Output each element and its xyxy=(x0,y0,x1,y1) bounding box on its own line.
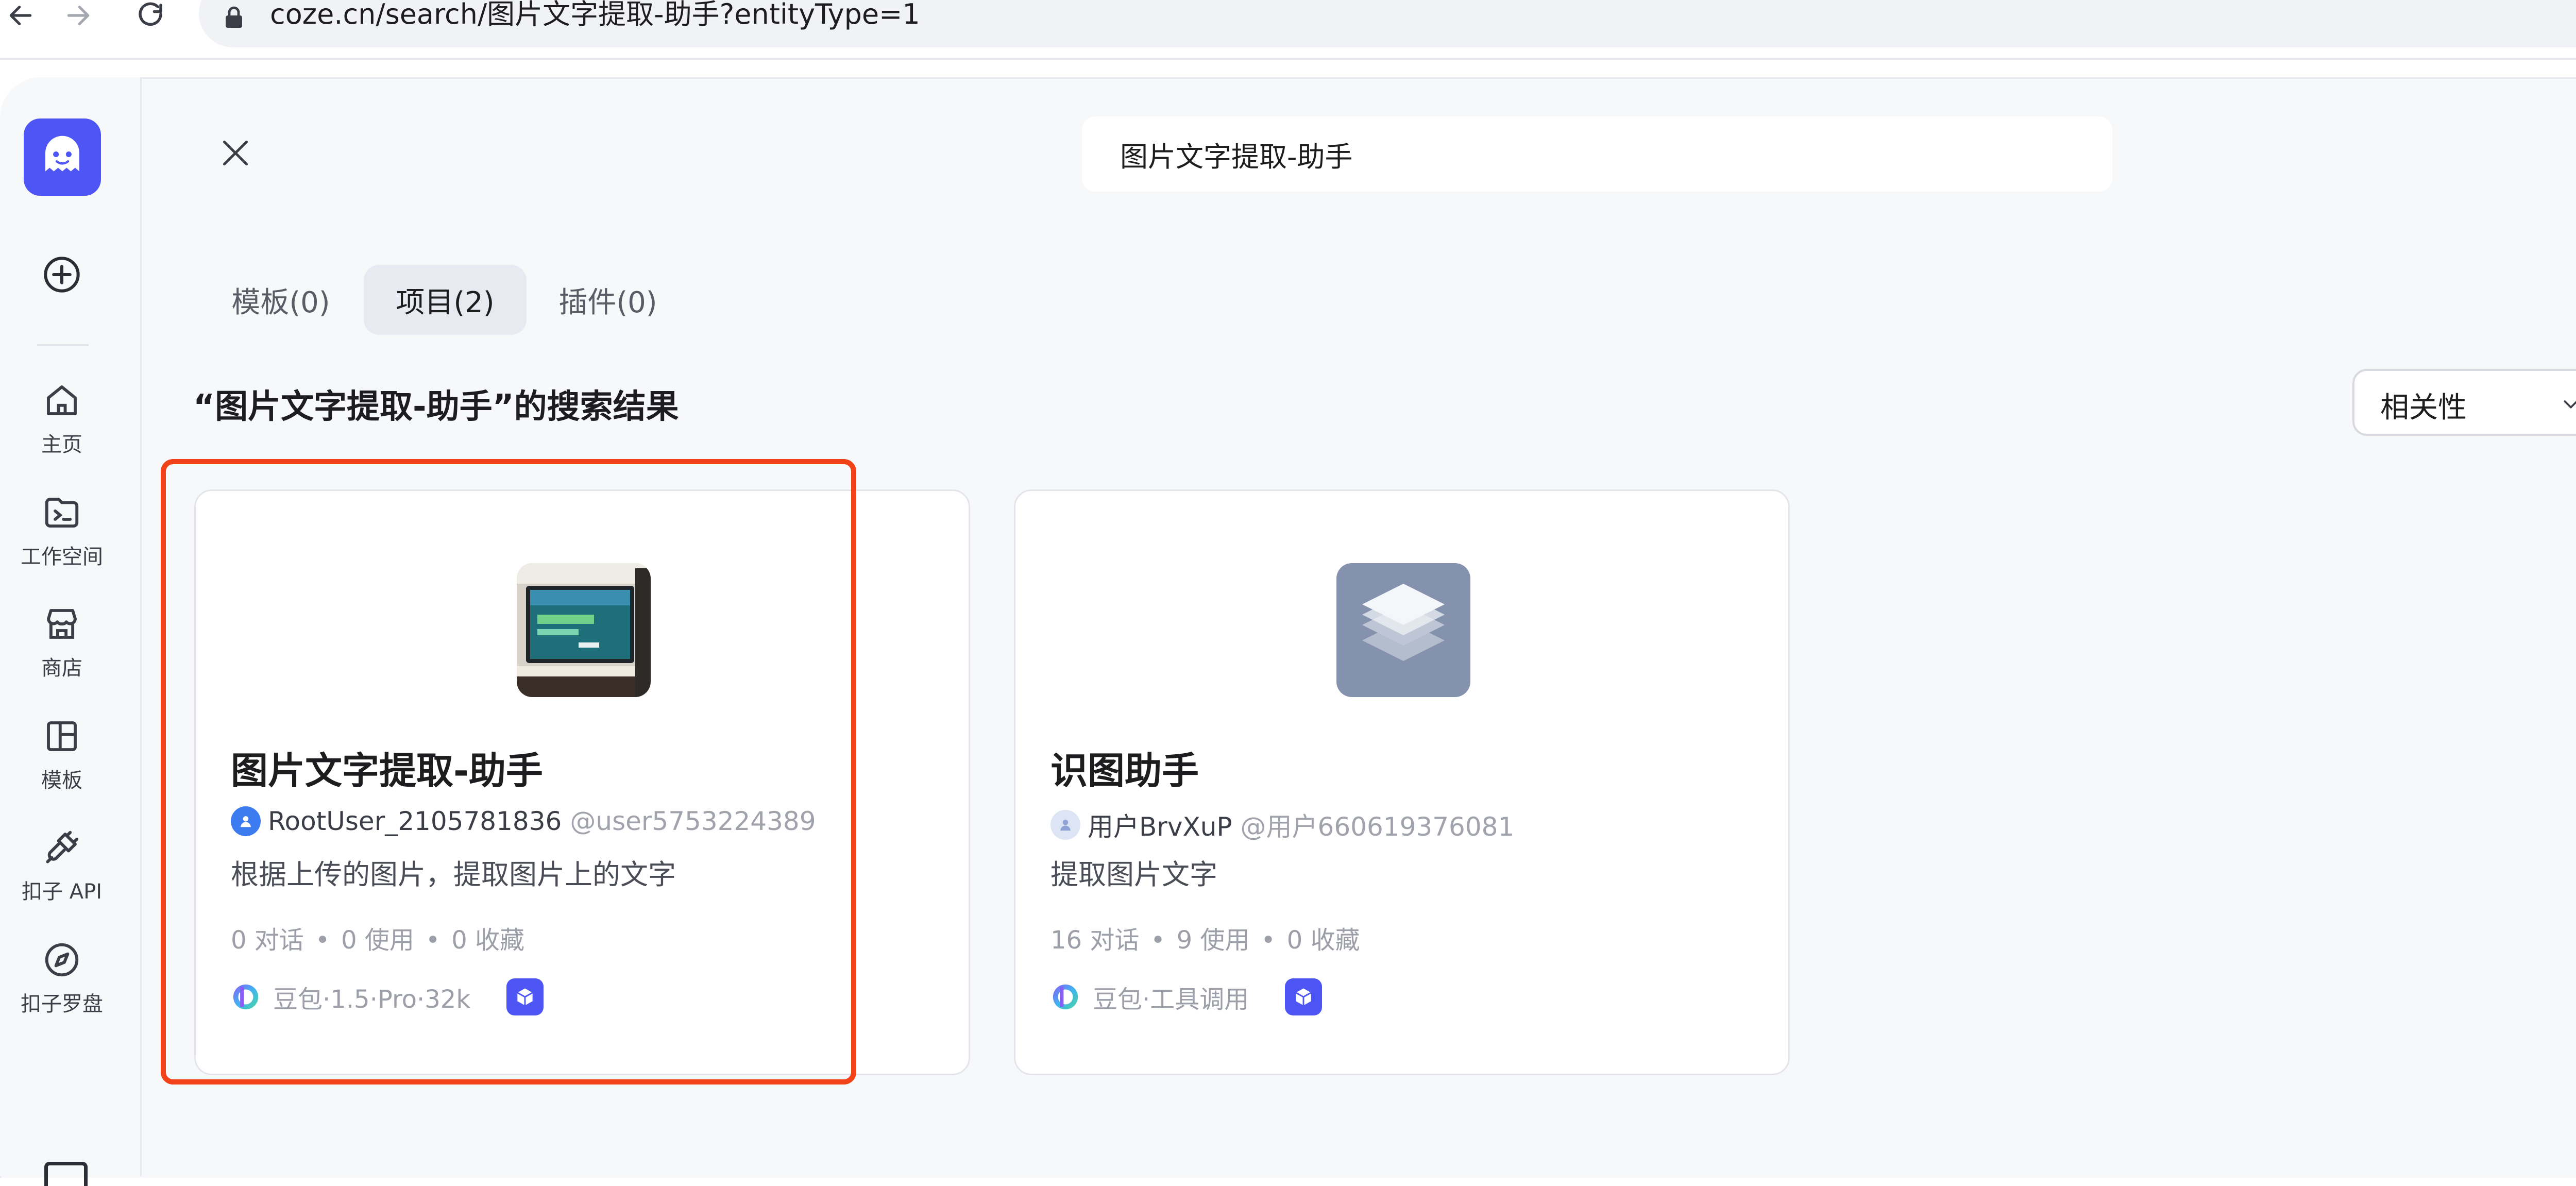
close-icon xyxy=(223,140,248,166)
project-model: 豆包·工具调用 xyxy=(1050,978,1323,1015)
project-author[interactable]: 用户BrvXuP @用户660619376081 xyxy=(1050,806,1514,843)
project-stats: 16 对话 • 9 使用 • 0 收藏 xyxy=(1050,926,1360,955)
store-icon xyxy=(47,609,77,639)
cube-icon xyxy=(1295,988,1312,1006)
stat-conversations: 16 对话 xyxy=(1050,926,1140,955)
project-stats: 0 对话 • 0 使用 • 0 收藏 xyxy=(231,926,525,955)
compass-icon xyxy=(45,943,79,977)
lock-icon xyxy=(226,6,242,28)
sidebar-bottom-icon[interactable] xyxy=(44,1162,88,1186)
author-handle: @用户660619376081 xyxy=(1240,812,1515,842)
sidebar-item-home[interactable]: 主页 xyxy=(0,380,124,478)
home-icon xyxy=(47,385,77,415)
sidebar-item-label: 模板 xyxy=(41,769,82,792)
doubao-model-icon xyxy=(233,984,259,1010)
sort-value: 相关性 xyxy=(2380,391,2467,425)
sidebar-divider xyxy=(37,344,89,346)
model-name: 豆包·工具调用 xyxy=(1093,985,1249,1014)
layers-icon xyxy=(1362,584,1445,661)
project-model: 豆包·1.5·Pro·32k xyxy=(231,978,544,1015)
project-thumbnail xyxy=(517,563,651,697)
template-icon xyxy=(47,721,77,751)
browser-toolbar: coze.cn/search/图片文字提取-助手?entityType=1 xyxy=(0,0,2576,60)
desk-monitor-photo-icon xyxy=(517,563,651,697)
sidebar-item-label: 扣子 API xyxy=(22,880,102,904)
reload-button[interactable] xyxy=(130,0,171,31)
sidebar-item-workspace[interactable]: 工作空间 xyxy=(0,493,124,590)
project-thumbnail xyxy=(1336,563,1470,697)
address-url: coze.cn/search/图片文字提取-助手?entityType=1 xyxy=(270,0,920,35)
workspace-icon xyxy=(45,498,79,528)
sidebar-item-compass[interactable]: 扣子罗盘 xyxy=(0,940,124,1038)
project-card[interactable]: 识图助手 用户BrvXuP @用户660619376081 提取图片文字 16 … xyxy=(1014,489,1790,1075)
author-handle: @user5753224389 xyxy=(570,806,816,836)
api-plug-icon xyxy=(46,831,79,863)
arrow-right-icon xyxy=(67,6,90,25)
project-type-badge xyxy=(1285,978,1323,1015)
address-bar[interactable]: coze.cn/search/图片文字提取-助手?entityType=1 xyxy=(199,0,2576,47)
project-description: 提取图片文字 xyxy=(1050,858,1217,891)
project-card[interactable]: 图片文字提取-助手 RootUser_2105781836 @user57532… xyxy=(194,489,970,1075)
tab-projects[interactable]: 项目(2) xyxy=(364,265,527,335)
project-description: 根据上传的图片，提取图片上的文字 xyxy=(231,858,676,891)
sidebar: 主页 工作空间 商店 模板 扣子 API 扣子罗盘 xyxy=(0,77,142,1186)
search-box xyxy=(1082,116,2112,192)
stat-conversations: 0 对话 xyxy=(231,926,304,955)
arrow-left-icon xyxy=(9,6,32,25)
stat-favorites: 0 收藏 xyxy=(451,926,525,955)
project-name[interactable]: 识图助手 xyxy=(1050,740,1199,794)
chevron-down-icon xyxy=(2564,400,2576,409)
tab-templates[interactable]: 模板(0) xyxy=(196,265,366,335)
sidebar-item-label: 商店 xyxy=(41,656,82,680)
url-domain: coze.cn xyxy=(270,0,376,30)
stat-favorites: 0 收藏 xyxy=(1286,926,1360,955)
user-avatar-icon xyxy=(1050,810,1080,840)
forward-button[interactable] xyxy=(58,0,99,31)
search-input[interactable] xyxy=(1082,116,2112,192)
url-path: /search/图片文字提取-助手?entityType=1 xyxy=(376,0,920,30)
tab-plugins[interactable]: 插件(0) xyxy=(526,265,690,335)
doubao-model-icon xyxy=(1053,984,1078,1010)
close-search-button[interactable] xyxy=(216,134,255,172)
author-name: 用户BrvXuP xyxy=(1088,812,1232,842)
sidebar-item-label: 工作空间 xyxy=(21,545,103,569)
plus-circle-icon xyxy=(44,257,80,293)
sidebar-item-api[interactable]: 扣子 API xyxy=(0,827,124,925)
coze-mascot-icon xyxy=(45,135,79,172)
reload-icon xyxy=(139,2,162,26)
coze-logo[interactable] xyxy=(24,118,101,196)
model-name: 豆包·1.5·Pro·32k xyxy=(273,985,471,1014)
cube-icon xyxy=(517,988,533,1006)
sidebar-item-label: 主页 xyxy=(41,433,82,456)
stat-uses: 0 使用 xyxy=(341,926,414,955)
results-title: “图片文字提取-助手”的搜索结果 xyxy=(193,388,679,426)
author-name: RootUser_2105781836 xyxy=(268,806,562,836)
project-author[interactable]: RootUser_2105781836 @user5753224389 xyxy=(231,806,816,836)
user-avatar-icon xyxy=(231,806,261,836)
sidebar-item-store[interactable]: 商店 xyxy=(0,604,124,702)
project-name[interactable]: 图片文字提取-助手 xyxy=(231,740,543,794)
create-button[interactable] xyxy=(42,255,81,294)
sort-dropdown[interactable]: 相关性 xyxy=(2352,369,2576,436)
project-type-badge xyxy=(506,978,544,1015)
stat-uses: 9 使用 xyxy=(1176,926,1250,955)
sidebar-item-templates[interactable]: 模板 xyxy=(0,716,124,814)
back-button[interactable] xyxy=(0,0,41,31)
sidebar-item-label: 扣子罗盘 xyxy=(21,992,103,1016)
